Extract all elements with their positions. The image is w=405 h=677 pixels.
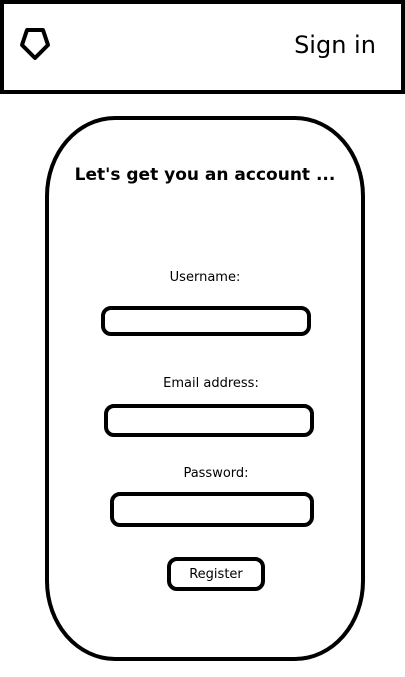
- password-label: Password:: [183, 466, 249, 481]
- register-button[interactable]: Register: [167, 557, 265, 591]
- password-input[interactable]: [110, 492, 314, 527]
- username-label: Username:: [169, 270, 241, 285]
- email-input[interactable]: [104, 404, 314, 437]
- username-input[interactable]: [101, 306, 311, 336]
- form-title: Let's get you an account ...: [74, 165, 336, 185]
- sign-in-link[interactable]: Sign in: [280, 28, 390, 62]
- email-label: Email address:: [163, 376, 259, 391]
- pentagon-logo-icon[interactable]: [19, 27, 51, 62]
